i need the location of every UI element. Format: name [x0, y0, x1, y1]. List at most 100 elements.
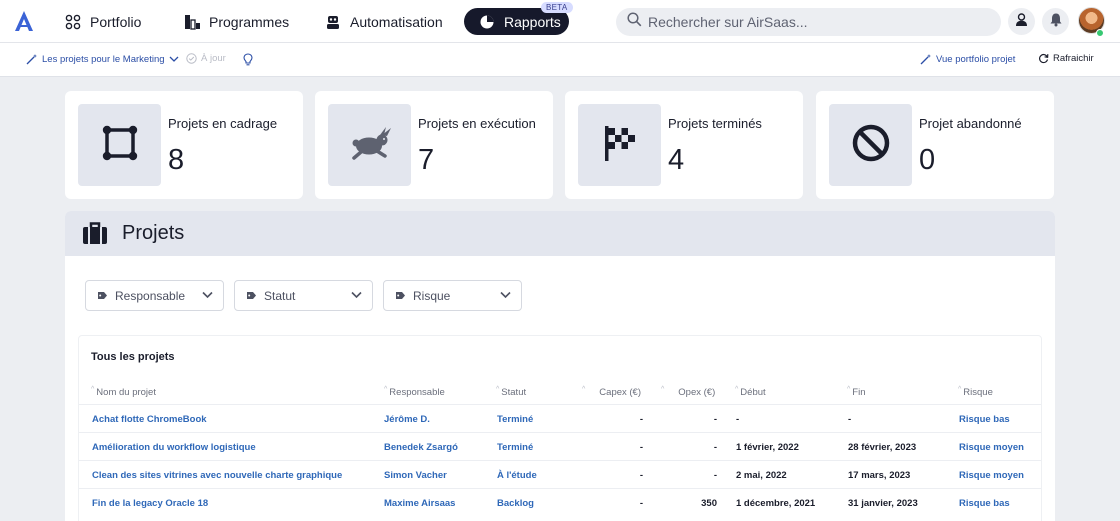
- nav-programmes-label: Programmes: [209, 13, 290, 30]
- start-date: -: [736, 414, 740, 425]
- column-header-label: Capex (€): [599, 387, 642, 398]
- project-name-link[interactable]: Achat flotte ChromeBook: [92, 414, 207, 425]
- search-bar[interactable]: [616, 8, 1001, 36]
- filter-label: Risque: [413, 288, 451, 303]
- owner-link[interactable]: Simon Vacher: [384, 470, 447, 481]
- table-row[interactable]: Fin de la legacy Oracle 18 Maxime Airsaa…: [79, 488, 1041, 516]
- column-header-opex[interactable]: ^ Opex (€): [661, 386, 716, 398]
- stat-icon-tile: [829, 104, 912, 186]
- owner-link[interactable]: Jérôme D.: [384, 414, 430, 425]
- stat-value: 8: [168, 144, 185, 176]
- stat-value: 7: [418, 144, 435, 176]
- chevron-down-icon: [169, 56, 179, 63]
- column-header-label: Fin: [852, 387, 866, 398]
- status-link[interactable]: Terminé: [497, 414, 533, 425]
- pie-chart-icon: [478, 13, 496, 31]
- project-name-link[interactable]: Clean des sites vitrines avec nouvelle c…: [92, 470, 342, 481]
- nav-automatisation[interactable]: Automatisation: [324, 8, 443, 35]
- stat-label: Projets en cadrage: [168, 116, 278, 131]
- stat-label: Projets terminés: [668, 116, 762, 131]
- nav-portfolio[interactable]: Portfolio: [64, 8, 141, 35]
- stat-card-termines: Projets terminés 4: [565, 91, 803, 199]
- stat-label: Projet abandonné: [919, 116, 1022, 131]
- table-row[interactable]: Achat flotte ChromeBook Jérôme D. Termin…: [79, 404, 1041, 432]
- opex-value: 350: [701, 498, 717, 509]
- filter-risque[interactable]: Risque: [383, 280, 522, 311]
- nav-portfolio-label: Portfolio: [90, 13, 142, 30]
- risk-link[interactable]: Risque moyen: [959, 442, 1024, 453]
- checkered-flag-icon: [602, 124, 638, 167]
- stat-value: 4: [668, 144, 685, 176]
- robot-icon: [324, 13, 342, 31]
- chevron-down-icon: [351, 291, 362, 299]
- column-header-label: Responsable: [389, 387, 445, 398]
- column-header-statut[interactable]: ^ Statut: [496, 386, 527, 398]
- filter-responsable[interactable]: Responsable: [85, 280, 224, 311]
- stat-value: 0: [919, 144, 936, 176]
- project-name-link[interactable]: Amélioration du workflow logistique: [92, 442, 256, 453]
- tag-icon: [395, 291, 406, 300]
- stat-card-execution: Projets en exécution 7: [315, 91, 553, 199]
- risk-link[interactable]: Risque bas: [959, 414, 1010, 425]
- ideas-button[interactable]: [243, 53, 257, 66]
- rabbit-icon: [347, 126, 393, 165]
- stat-card-cadrage: Projets en cadrage 8: [65, 91, 303, 199]
- stat-icon-tile: [578, 104, 661, 186]
- column-header-label: Statut: [501, 387, 527, 398]
- status-link[interactable]: À l'étude: [497, 470, 537, 481]
- filter-statut[interactable]: Statut: [234, 280, 373, 311]
- top-navigation: Portfolio Programmes Automatisation Rapp…: [0, 0, 1120, 43]
- search-input[interactable]: [648, 14, 988, 30]
- check-circle-icon: [186, 53, 197, 64]
- start-date: 1 décembre, 2021: [736, 498, 816, 509]
- column-header-capex[interactable]: ^ Capex (€): [582, 386, 642, 398]
- status-link[interactable]: Terminé: [497, 442, 533, 453]
- project-name-link[interactable]: Fin de la legacy Oracle 18: [92, 498, 208, 509]
- view-selector[interactable]: Les projets pour le Marketing: [26, 53, 183, 65]
- stat-icon-tile: [328, 104, 411, 186]
- column-header-nom[interactable]: ^ Nom du projet: [91, 386, 156, 398]
- view-toolbar: Les projets pour le Marketing À jour Vue…: [0, 43, 1120, 77]
- nav-rapports-label: Rapports: [504, 13, 561, 30]
- sync-status: À jour: [186, 53, 226, 64]
- chevron-down-icon: [500, 291, 511, 299]
- capex-value: -: [639, 442, 643, 453]
- end-date: 28 février, 2023: [848, 442, 917, 453]
- portfolio-view-link[interactable]: Vue portfolio projet: [920, 53, 1015, 65]
- table-title: Tous les projets: [91, 351, 175, 363]
- nav-programmes[interactable]: Programmes: [183, 8, 289, 35]
- notifications-button[interactable]: [1042, 8, 1069, 35]
- column-header-risque[interactable]: ^ Risque: [958, 386, 993, 398]
- magic-wand-icon: [26, 53, 38, 65]
- column-header-label: Opex (€): [678, 387, 716, 398]
- filter-label: Statut: [264, 288, 296, 303]
- table-row[interactable]: Amélioration du workflow logistique Bene…: [79, 432, 1041, 460]
- column-header-fin[interactable]: ^ Fin: [847, 386, 866, 398]
- risk-link[interactable]: Risque bas: [959, 498, 1010, 509]
- sync-status-label: À jour: [201, 53, 226, 64]
- end-date: -: [848, 414, 852, 425]
- table-row[interactable]: Clean des sites vitrines avec nouvelle c…: [79, 460, 1041, 488]
- column-header-responsable[interactable]: ^ Responsable: [384, 386, 445, 398]
- user-menu-button[interactable]: [1008, 8, 1035, 35]
- capex-value: -: [639, 470, 643, 481]
- owner-link[interactable]: Maxime Airsaas: [384, 498, 455, 509]
- risk-link[interactable]: Risque moyen: [959, 470, 1024, 481]
- tag-icon: [246, 291, 257, 300]
- frame-icon: [102, 125, 138, 166]
- filter-label: Responsable: [115, 288, 186, 303]
- column-header-debut[interactable]: ^ Début: [735, 386, 766, 398]
- briefcase-icon: [82, 221, 108, 250]
- status-link[interactable]: Backlog: [497, 498, 534, 509]
- airsaas-logo-icon[interactable]: [14, 10, 34, 32]
- view-selector-label: Les projets pour le Marketing: [42, 53, 165, 65]
- nav-automatisation-label: Automatisation: [350, 13, 443, 30]
- end-date: 31 janvier, 2023: [848, 498, 918, 509]
- stat-label: Projets en exécution: [418, 116, 536, 131]
- column-header-label: Risque: [963, 387, 993, 398]
- column-header-label: Nom du projet: [96, 387, 156, 398]
- owner-link[interactable]: Benedek Zsargó: [384, 442, 458, 453]
- refresh-label: Rafraichir: [1053, 53, 1094, 64]
- capex-value: -: [639, 498, 643, 509]
- refresh-button[interactable]: Rafraichir: [1038, 53, 1094, 64]
